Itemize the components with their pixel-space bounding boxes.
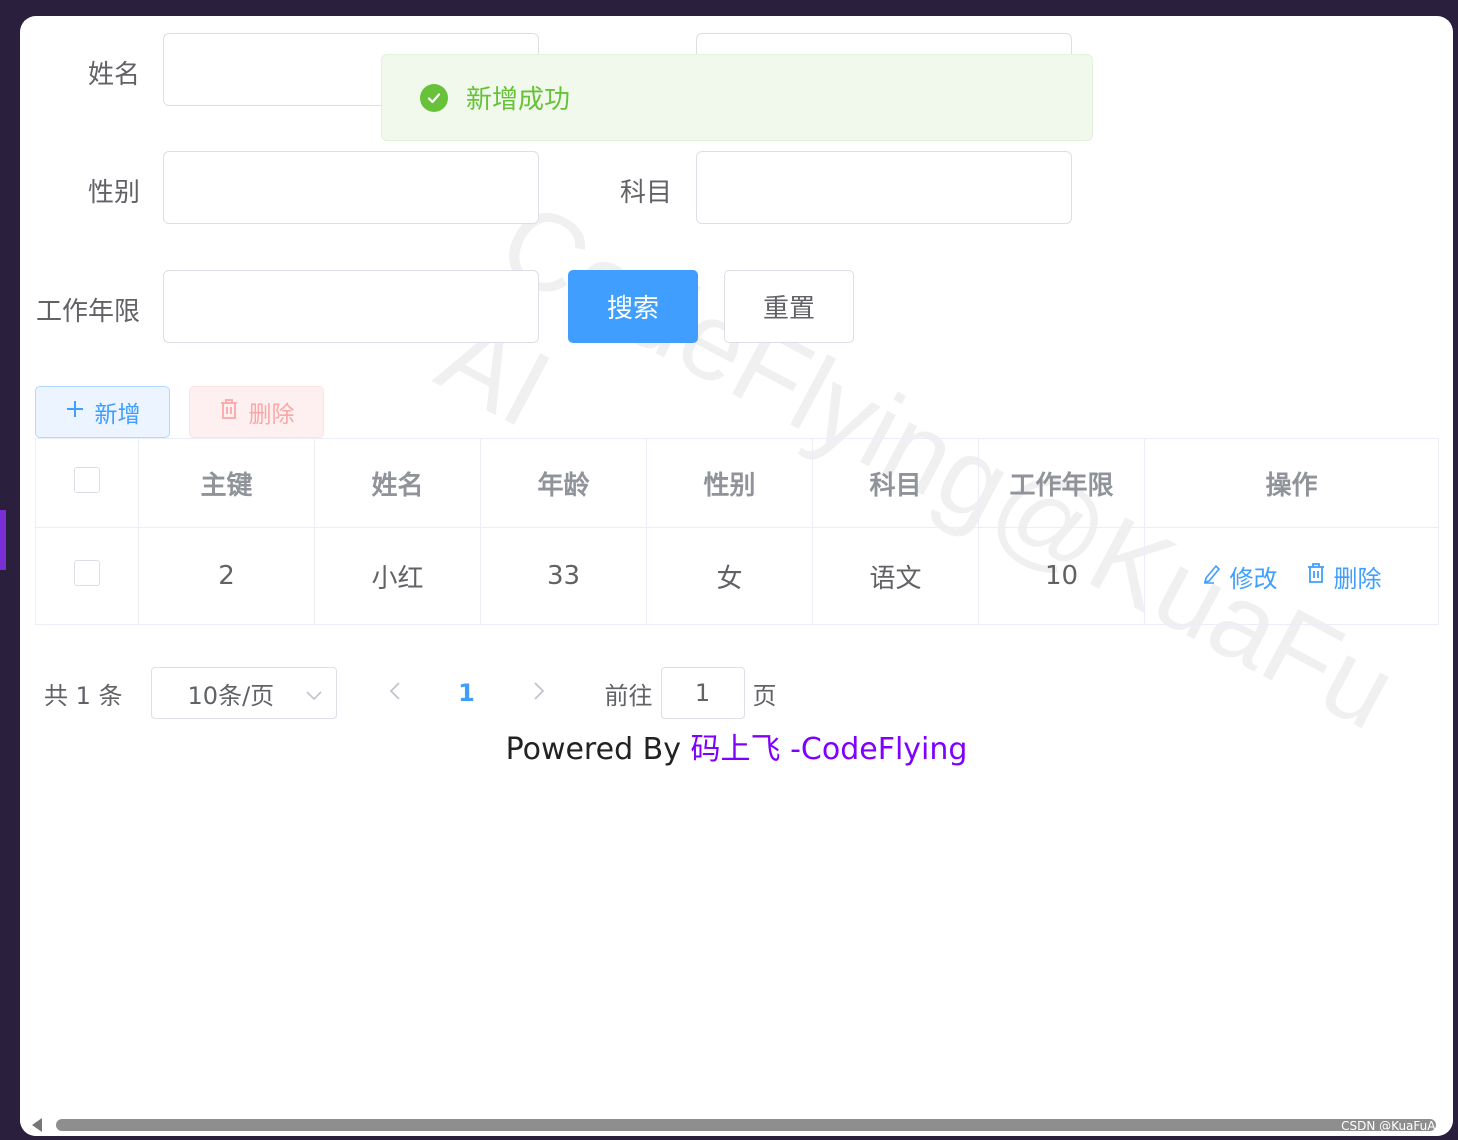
toast-message: 新增成功 — [466, 85, 571, 115]
edit-icon — [1202, 562, 1222, 590]
next-page-button[interactable] — [503, 678, 575, 708]
chevron-down-icon — [305, 679, 322, 707]
header-subject: 科目 — [812, 438, 979, 528]
header-name: 姓名 — [314, 438, 481, 528]
subject-label: 科目 — [619, 178, 672, 208]
cell-actions: 修改 删除 — [1144, 527, 1439, 625]
horizontal-scrollbar[interactable] — [20, 1114, 1453, 1136]
powered-by: Powered By 码上飞 -CodeFlying — [20, 724, 1453, 768]
reset-button[interactable]: 重置 — [724, 270, 854, 343]
edit-label: 修改 — [1229, 564, 1278, 593]
trash-icon — [1306, 562, 1326, 590]
powered-by-link[interactable]: 码上飞 -CodeFlying — [691, 732, 968, 767]
page-size-value: 10条/页 — [187, 681, 275, 710]
page-number-current[interactable]: 1 — [431, 679, 503, 707]
header-actions: 操作 — [1144, 438, 1439, 528]
cell-age: 33 — [480, 527, 647, 625]
check-circle-icon — [420, 83, 448, 112]
years-input[interactable] — [163, 270, 539, 343]
batch-delete-button[interactable]: 删除 — [189, 386, 324, 438]
subject-input[interactable] — [696, 151, 1072, 224]
cell-years: 10 — [978, 527, 1145, 625]
delete-label: 删除 — [1333, 564, 1382, 593]
pagination: 共 1 条 10条/页 1 前往 1 页 — [44, 667, 777, 719]
window-edge-accent — [0, 510, 6, 570]
powered-by-text: Powered By — [505, 732, 681, 767]
select-all-cell — [35, 438, 139, 528]
data-table: 主键 姓名 年龄 性别 科目 工作年限 操作 2 小红 33 女 语文 10 修… — [35, 438, 1439, 625]
header-gender: 性别 — [646, 438, 813, 528]
total-count: 共 1 条 — [44, 681, 123, 710]
batch-delete-label: 删除 — [248, 402, 295, 428]
cell-gender: 女 — [646, 527, 813, 625]
cell-subject: 语文 — [812, 527, 979, 625]
scroll-thumb[interactable] — [56, 1119, 1436, 1131]
delete-link[interactable]: 删除 — [1306, 559, 1382, 594]
name-label: 姓名 — [87, 60, 140, 90]
search-button[interactable]: 搜索 — [568, 270, 698, 343]
chevron-right-icon — [533, 682, 544, 700]
edit-link[interactable]: 修改 — [1202, 559, 1278, 594]
chevron-left-icon — [389, 682, 400, 700]
header-age: 年龄 — [480, 438, 647, 528]
csdn-watermark: CSDN @KuaFuAI — [1341, 1119, 1439, 1133]
goto-page-input[interactable]: 1 — [660, 667, 745, 719]
app-window: CodeFlying@KuaFu AI 姓名 性别 科目 工作年限 搜索 重置 … — [20, 16, 1453, 1136]
add-button[interactable]: 新增 — [35, 386, 170, 438]
cell-id: 2 — [138, 527, 315, 625]
prev-page-button[interactable] — [359, 678, 431, 708]
add-button-label: 新增 — [94, 402, 141, 428]
plus-icon — [65, 399, 85, 425]
success-toast: 新增成功 — [381, 54, 1093, 141]
years-label: 工作年限 — [35, 297, 140, 327]
row-select-cell — [35, 527, 139, 625]
gender-label: 性别 — [87, 178, 140, 208]
cell-name: 小红 — [314, 527, 481, 625]
row-checkbox[interactable] — [74, 559, 100, 586]
goto-label: 前往 — [604, 681, 653, 710]
trash-icon — [219, 398, 239, 426]
page-size-select[interactable]: 10条/页 — [150, 667, 337, 719]
header-years: 工作年限 — [978, 438, 1145, 528]
header-id: 主键 — [138, 438, 315, 528]
table-header-row: 主键 姓名 年龄 性别 科目 工作年限 操作 — [35, 438, 1439, 528]
page-suffix: 页 — [752, 681, 777, 710]
table-row: 2 小红 33 女 语文 10 修改 删除 — [35, 527, 1439, 625]
scroll-left-arrow-icon[interactable] — [32, 1118, 42, 1132]
gender-input[interactable] — [163, 151, 539, 224]
select-all-checkbox[interactable] — [74, 466, 100, 493]
